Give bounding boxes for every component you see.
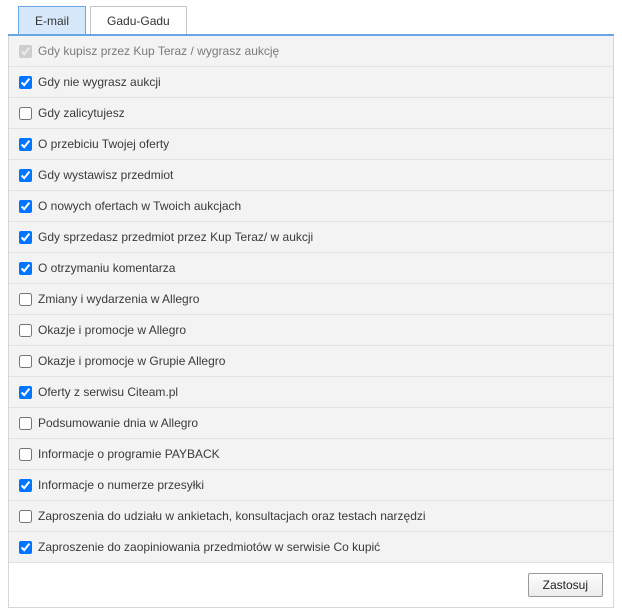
option-row: Informacje o programie PAYBACK	[9, 439, 613, 470]
option-label[interactable]: Gdy nie wygrasz aukcji	[38, 75, 161, 89]
option-label[interactable]: Zaproszenie do zaopiniowania przedmiotów…	[38, 540, 380, 554]
option-label[interactable]: Informacje o programie PAYBACK	[38, 447, 220, 461]
option-checkbox[interactable]	[19, 510, 32, 523]
option-label[interactable]: Gdy sprzedasz przedmiot przez Kup Teraz/…	[38, 230, 313, 244]
option-row: O otrzymaniu komentarza	[9, 253, 613, 284]
option-row: Podsumowanie dnia w Allegro	[9, 408, 613, 439]
option-row: Zaproszenia do udziału w ankietach, kons…	[9, 501, 613, 532]
tab-label: E-mail	[35, 14, 69, 28]
option-label[interactable]: Zmiany i wydarzenia w Allegro	[38, 292, 199, 306]
option-row: Gdy kupisz przez Kup Teraz / wygrasz auk…	[9, 36, 613, 67]
option-label[interactable]: Okazje i promocje w Allegro	[38, 323, 186, 337]
options-list: Gdy kupisz przez Kup Teraz / wygrasz auk…	[9, 36, 613, 563]
option-row: Informacje o numerze przesyłki	[9, 470, 613, 501]
option-checkbox[interactable]	[19, 417, 32, 430]
option-checkbox[interactable]	[19, 448, 32, 461]
option-row: Gdy zalicytujesz	[9, 98, 613, 129]
option-checkbox[interactable]	[19, 541, 32, 554]
option-row: Gdy wystawisz przedmiot	[9, 160, 613, 191]
option-row: Okazje i promocje w Grupie Allegro	[9, 346, 613, 377]
option-label[interactable]: Gdy kupisz przez Kup Teraz / wygrasz auk…	[38, 44, 279, 58]
apply-button[interactable]: Zastosuj	[528, 573, 603, 597]
option-checkbox[interactable]	[19, 355, 32, 368]
option-label[interactable]: O przebiciu Twojej oferty	[38, 137, 169, 151]
option-label[interactable]: Okazje i promocje w Grupie Allegro	[38, 354, 225, 368]
option-label[interactable]: Informacje o numerze przesyłki	[38, 478, 204, 492]
tab-email[interactable]: E-mail	[18, 6, 86, 34]
option-row: Zaproszenie do zaopiniowania przedmiotów…	[9, 532, 613, 563]
option-checkbox[interactable]	[19, 479, 32, 492]
tab-gadugadu[interactable]: Gadu-Gadu	[90, 6, 187, 34]
option-checkbox[interactable]	[19, 324, 32, 337]
footer: Zastosuj	[9, 563, 613, 607]
options-panel: Gdy kupisz przez Kup Teraz / wygrasz auk…	[8, 36, 614, 608]
option-row: Oferty z serwisu Citeam.pl	[9, 377, 613, 408]
option-checkbox[interactable]	[19, 262, 32, 275]
option-checkbox[interactable]	[19, 169, 32, 182]
option-row: Okazje i promocje w Allegro	[9, 315, 613, 346]
option-label[interactable]: O nowych ofertach w Twoich aukcjach	[38, 199, 241, 213]
option-row: O nowych ofertach w Twoich aukcjach	[9, 191, 613, 222]
option-checkbox[interactable]	[19, 231, 32, 244]
option-row: Gdy sprzedasz przedmiot przez Kup Teraz/…	[9, 222, 613, 253]
option-checkbox[interactable]	[19, 386, 32, 399]
tab-label: Gadu-Gadu	[107, 14, 170, 28]
option-checkbox[interactable]	[19, 107, 32, 120]
tabs-bar: E-mail Gadu-Gadu	[8, 6, 614, 36]
option-label[interactable]: Gdy wystawisz przedmiot	[38, 168, 173, 182]
option-row: Zmiany i wydarzenia w Allegro	[9, 284, 613, 315]
option-checkbox[interactable]	[19, 76, 32, 89]
option-row: Gdy nie wygrasz aukcji	[9, 67, 613, 98]
option-row: O przebiciu Twojej oferty	[9, 129, 613, 160]
option-checkbox[interactable]	[19, 293, 32, 306]
option-label[interactable]: Podsumowanie dnia w Allegro	[38, 416, 198, 430]
option-label[interactable]: Zaproszenia do udziału w ankietach, kons…	[38, 509, 426, 523]
option-label[interactable]: O otrzymaniu komentarza	[38, 261, 175, 275]
option-checkbox[interactable]	[19, 200, 32, 213]
option-checkbox[interactable]	[19, 138, 32, 151]
option-label[interactable]: Oferty z serwisu Citeam.pl	[38, 385, 178, 399]
option-label[interactable]: Gdy zalicytujesz	[38, 106, 125, 120]
option-checkbox	[19, 45, 32, 58]
